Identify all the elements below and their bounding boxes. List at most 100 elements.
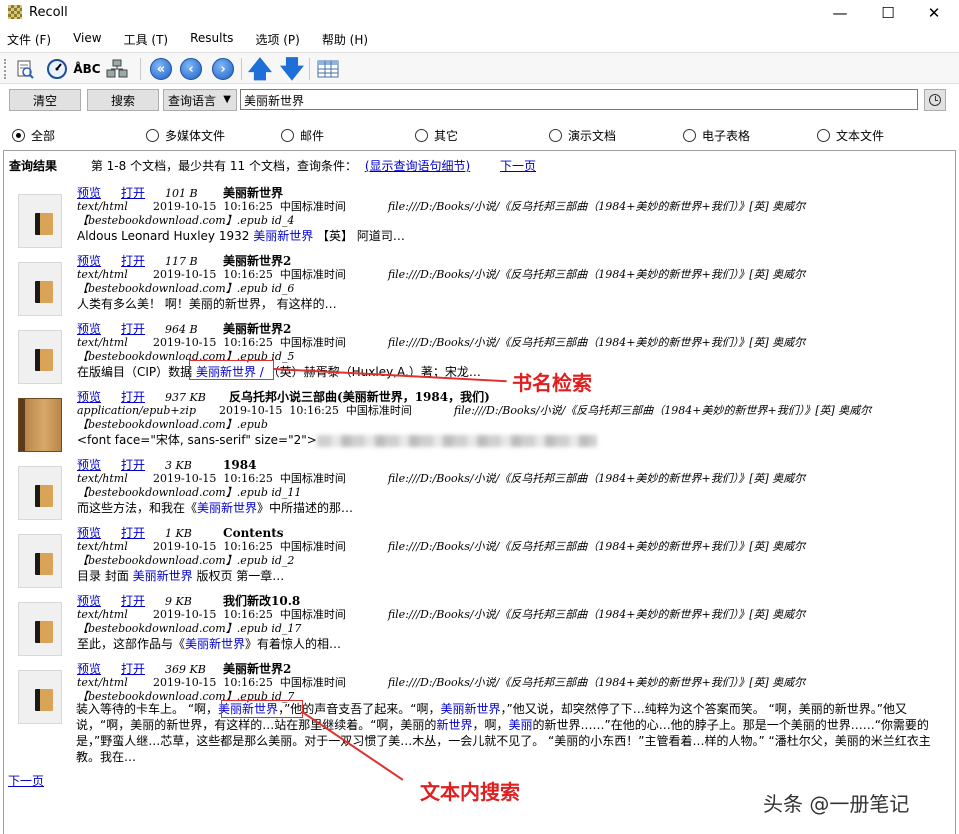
document-thumbnail[interactable] (18, 466, 66, 520)
snippet-highlight: 美丽新世界 (440, 702, 501, 716)
result-source: 【bestebookdownload.com】.epub (77, 418, 268, 431)
menu-tools[interactable]: 工具 (T) (117, 28, 176, 50)
snippet-text: 人类有多么美！ 啊！美丽的新世界， 有这样的… (77, 297, 337, 311)
table-view-icon[interactable] (315, 56, 341, 82)
result-line-3: 【bestebookdownload.com】.epub id_17 (77, 620, 301, 636)
result-id: id_5 (271, 350, 295, 363)
result-snippet: 而这些方法，和我在《美丽新世界》中所描述的那… (77, 499, 353, 516)
result-path: file:///D:/Books/小说/《反乌托邦三部曲（1984+美妙的新世界… (387, 472, 806, 485)
snippet-highlight: 美丽 (508, 718, 533, 732)
result-item: 预览 打开 9 KB 我们新改10.8 text/html 2019-10-15 10:… (4, 592, 954, 658)
document-thumbnail[interactable] (18, 602, 66, 656)
menu-bar: 文件 (F) View 工具 (T) Results 选项 (P) 帮助 (H) (0, 28, 959, 50)
html-doc-icon (18, 262, 62, 316)
menu-options[interactable]: 选项 (P) (248, 28, 306, 50)
first-page-icon[interactable]: « (148, 56, 174, 82)
filter-text[interactable]: 文本文件 (817, 127, 884, 144)
next-page-link[interactable]: 下一页 (500, 159, 536, 173)
toolbar-grip[interactable] (4, 59, 7, 79)
search-row: 清空 搜索 查询语言 ▼ 美丽新世界 (0, 89, 959, 117)
query-mode-select[interactable]: 查询语言 ▼ (163, 89, 237, 111)
sort-down-icon[interactable]: 🡇 (279, 56, 305, 82)
result-snippet: <font face="宋体, sans-serif" size="2"> (77, 431, 597, 448)
query-details-link[interactable]: (显示查询语句细节) (365, 159, 470, 173)
snippet-text: 》中所描述的那… (257, 501, 354, 515)
radio-selected-icon (12, 129, 25, 142)
query-mode-label: 查询语言 (168, 93, 217, 108)
result-id: id_17 (271, 622, 302, 635)
text-match-highlight-box (221, 700, 303, 718)
filter-other[interactable]: 其它 (415, 127, 458, 144)
radio-icon (549, 129, 562, 142)
snippet-text: 【英】 阿道司… (313, 229, 405, 243)
redacted-text (316, 434, 597, 447)
result-path: file:///D:/Books/小说/《反乌托邦三部曲（1984+美妙的新世界… (387, 336, 806, 349)
prev-page-icon[interactable]: ‹ (178, 56, 204, 82)
document-thumbnail[interactable] (18, 194, 66, 248)
index-icon[interactable] (104, 56, 130, 82)
history-clock-button[interactable] (924, 89, 946, 111)
result-path: file:///D:/Books/小说/《反乌托邦三部曲（1984+美妙的新世界… (387, 540, 806, 553)
result-line-3: 【bestebookdownload.com】.epub (77, 416, 268, 432)
result-source: 【bestebookdownload.com】.epub (77, 214, 268, 227)
filter-mail[interactable]: 邮件 (281, 127, 324, 144)
document-thumbnail[interactable] (18, 398, 66, 452)
html-doc-icon (18, 330, 62, 384)
title-match-highlight-box (189, 360, 274, 380)
result-id: id_6 (271, 282, 295, 295)
minimize-button[interactable]: — (817, 0, 863, 26)
speed-icon[interactable] (44, 56, 70, 82)
snippet-highlight: 美丽新世界 (253, 229, 314, 243)
search-button[interactable]: 搜索 (87, 89, 159, 111)
maximize-button[interactable]: ☐ (865, 0, 911, 26)
snippet-text: 而这些方法，和我在《 (77, 501, 198, 515)
result-line-3: 【bestebookdownload.com】.epub id_6 (77, 280, 294, 296)
filter-label: 全部 (31, 129, 56, 143)
toolbar: ÅBC « ‹ › 🡅 🡇 (0, 52, 959, 84)
filter-row: 全部 多媒体文件 邮件 其它 演示文档 电子表格 文本文件 (0, 124, 959, 146)
result-snippet: Aldous Leonard Huxley 1932 美丽新世界 【英】 阿道司… (77, 227, 405, 244)
toolbar-separator (309, 58, 310, 80)
filter-label: 电子表格 (702, 129, 751, 143)
filter-label: 其它 (434, 129, 459, 143)
history-icon[interactable] (12, 56, 38, 82)
snippet-text: 版权页 第一章… (192, 569, 285, 583)
spelling-icon[interactable]: ÅBC (73, 56, 100, 82)
result-snippet: 至此，这部作品与《美丽新世界》有着惊人的相… (77, 635, 341, 652)
filter-all[interactable]: 全部 (12, 127, 55, 144)
result-item: 预览 打开 117 B 美丽新世界2 text/html 2019-10-15 10:1… (4, 252, 954, 318)
title-bar: Recoll — ☐ ✕ (0, 0, 959, 26)
filter-presentation[interactable]: 演示文档 (549, 127, 616, 144)
clear-button[interactable]: 清空 (9, 89, 81, 111)
bottom-next-page-link[interactable]: 下一页 (8, 772, 44, 789)
menu-file[interactable]: 文件 (F) (0, 28, 58, 50)
document-thumbnail[interactable] (18, 534, 66, 588)
document-thumbnail[interactable] (18, 262, 66, 316)
result-snippet: 在版编目（CIP）数据 美丽新世界 / （英）赫胥黎（Huxley,A.）著；宋… (77, 363, 481, 380)
long-snippet: 装入等待的卡车上。 “啊，美丽新世界，”他的声音支吾了起来。“啊，美丽新世界，”… (76, 701, 946, 765)
next-page-icon[interactable]: › (210, 56, 236, 82)
snippet-highlight: 美丽新世界 (185, 637, 246, 651)
menu-help[interactable]: 帮助 (H) (315, 28, 375, 50)
snippet-text: 至此，这部作品与《 (77, 637, 186, 651)
window-title: Recoll (29, 5, 68, 20)
epub-book-icon (18, 398, 62, 452)
result-path: file:///D:/Books/小说/《反乌托邦三部曲（1984+美妙的新世界… (387, 268, 806, 281)
search-input[interactable]: 美丽新世界 (240, 89, 918, 110)
result-source: 【bestebookdownload.com】.epub (77, 282, 268, 295)
filter-label: 邮件 (300, 129, 325, 143)
sort-up-icon[interactable]: 🡅 (247, 56, 273, 82)
document-thumbnail[interactable] (18, 330, 66, 384)
snippet-highlight: 美丽新世界 (132, 569, 193, 583)
menu-results[interactable]: Results (183, 28, 240, 50)
result-line-3: 【bestebookdownload.com】.epub id_4 (77, 212, 294, 228)
close-button[interactable]: ✕ (911, 0, 957, 26)
result-item: 预览 打开 101 B 美丽新世界 text/html 2019-10-15 10:16… (4, 184, 954, 250)
filter-spreadsheet[interactable]: 电子表格 (683, 127, 750, 144)
snippet-text: <font face="宋体, sans-serif" size="2"> (77, 433, 317, 447)
filter-multimedia[interactable]: 多媒体文件 (146, 127, 225, 144)
menu-view[interactable]: View (66, 28, 108, 50)
document-thumbnail[interactable] (18, 670, 66, 724)
snippet-text: 装入等待的卡车上。 “啊， (76, 702, 219, 716)
snippet-text: 目录 封面 (77, 569, 133, 583)
